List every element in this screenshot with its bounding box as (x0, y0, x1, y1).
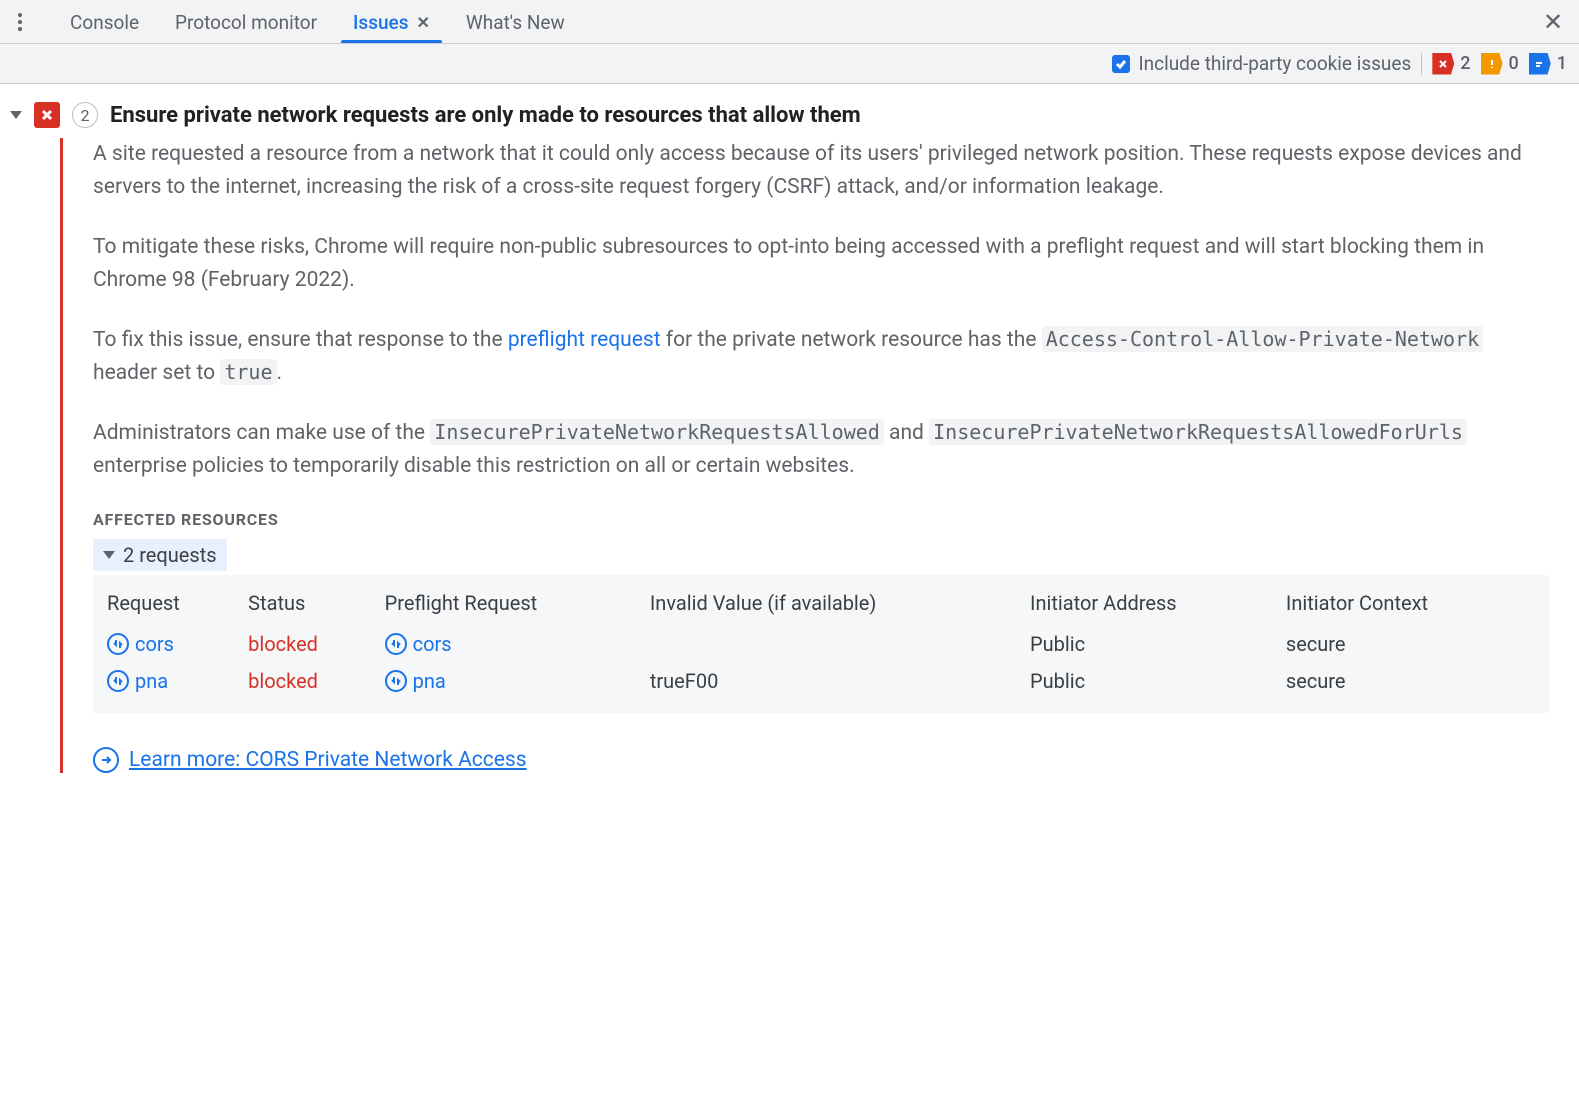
request-icon (107, 670, 129, 692)
table-row: cors blocked cors Public secure (107, 625, 1535, 662)
request-icon (385, 670, 407, 692)
devtools-tabbar: Console Protocol monitor Issues ✕ What's… (0, 0, 1579, 44)
col-initiator-ctx: Initiator Context (1286, 585, 1535, 625)
requests-summary-toggle[interactable]: 2 requests (93, 539, 227, 571)
warning-badge-icon (1481, 53, 1503, 75)
close-panel-icon[interactable]: ✕ (1539, 8, 1567, 36)
code-acapn: Access-Control-Allow-Private-Network (1042, 326, 1483, 352)
col-preflight: Preflight Request (385, 585, 650, 625)
thirdparty-cookie-label: Include third-party cookie issues (1138, 52, 1411, 75)
info-badge-icon (1529, 53, 1551, 75)
preflight-link[interactable]: pna (385, 669, 446, 693)
tab-issues-label: Issues (353, 11, 408, 34)
code-true: true (220, 359, 276, 385)
col-status: Status (248, 585, 384, 625)
error-icon (34, 102, 60, 128)
col-invalid: Invalid Value (if available) (650, 585, 1030, 625)
request-icon (385, 633, 407, 655)
invalid-cell (650, 625, 1030, 662)
issue-paragraph-2: To mitigate these risks, Chrome will req… (93, 231, 1549, 296)
warning-count-badge[interactable]: 0 (1481, 53, 1519, 75)
table-header-row: Request Status Preflight Request Invalid… (107, 585, 1535, 625)
request-link[interactable]: cors (107, 632, 174, 656)
initiator-addr-cell: Public (1030, 625, 1286, 662)
code-policy1: InsecurePrivateNetworkRequestsAllowed (430, 419, 884, 445)
col-initiator-addr: Initiator Address (1030, 585, 1286, 625)
expand-toggle-icon[interactable] (10, 111, 22, 119)
tab-protocol-monitor[interactable]: Protocol monitor (157, 1, 335, 42)
code-policy2: InsecurePrivateNetworkRequestsAllowedFor… (929, 419, 1467, 445)
issue-header[interactable]: 2 Ensure private network requests are on… (10, 98, 1579, 138)
request-icon (107, 633, 129, 655)
more-menu-icon[interactable] (10, 9, 30, 35)
issue-paragraph-1: A site requested a resource from a netwo… (93, 138, 1549, 203)
preflight-link[interactable]: cors (385, 632, 452, 656)
tab-console[interactable]: Console (52, 1, 157, 42)
requests-summary-text: 2 requests (123, 543, 217, 567)
tab-whats-new[interactable]: What's New (448, 1, 583, 42)
issue-paragraph-3: To fix this issue, ensure that response … (93, 324, 1549, 389)
issue-paragraph-4: Administrators can make use of the Insec… (93, 417, 1549, 482)
thirdparty-cookie-toggle[interactable]: Include third-party cookie issues (1112, 52, 1411, 75)
learn-more-row: Learn more: CORS Private Network Access (93, 747, 1549, 773)
status-cell: blocked (248, 625, 384, 662)
close-icon[interactable]: ✕ (417, 13, 430, 32)
tab-issues[interactable]: Issues ✕ (335, 1, 448, 42)
arrow-right-icon (93, 747, 119, 773)
initiator-addr-cell: Public (1030, 662, 1286, 699)
chevron-down-icon (103, 551, 115, 559)
issues-toolbar: Include third-party cookie issues 2 0 1 (0, 44, 1579, 84)
learn-more-link[interactable]: Learn more: CORS Private Network Access (129, 748, 527, 772)
table-row: pna blocked pna trueF00 Public secure (107, 662, 1535, 699)
issue-count-pill: 2 (72, 102, 98, 128)
requests-table: Request Status Preflight Request Invalid… (93, 575, 1549, 713)
invalid-cell: trueF00 (650, 662, 1030, 699)
initiator-ctx-cell: secure (1286, 625, 1535, 662)
affected-resources-label: AFFECTED RESOURCES (93, 510, 1549, 529)
status-cell: blocked (248, 662, 384, 699)
issues-content[interactable]: 2 Ensure private network requests are on… (0, 84, 1579, 1098)
issue-body: A site requested a resource from a netwo… (60, 138, 1579, 773)
checkbox-checked-icon (1112, 55, 1130, 73)
issue-title: Ensure private network requests are only… (110, 103, 861, 128)
info-count-badge[interactable]: 1 (1529, 53, 1567, 75)
toolbar-divider (1421, 53, 1422, 75)
initiator-ctx-cell: secure (1286, 662, 1535, 699)
error-count-badge[interactable]: 2 (1432, 53, 1470, 75)
request-link[interactable]: pna (107, 669, 168, 693)
error-badge-icon (1432, 53, 1454, 75)
preflight-request-link[interactable]: preflight request (508, 328, 661, 352)
col-request: Request (107, 585, 248, 625)
issue-item: 2 Ensure private network requests are on… (0, 98, 1579, 773)
